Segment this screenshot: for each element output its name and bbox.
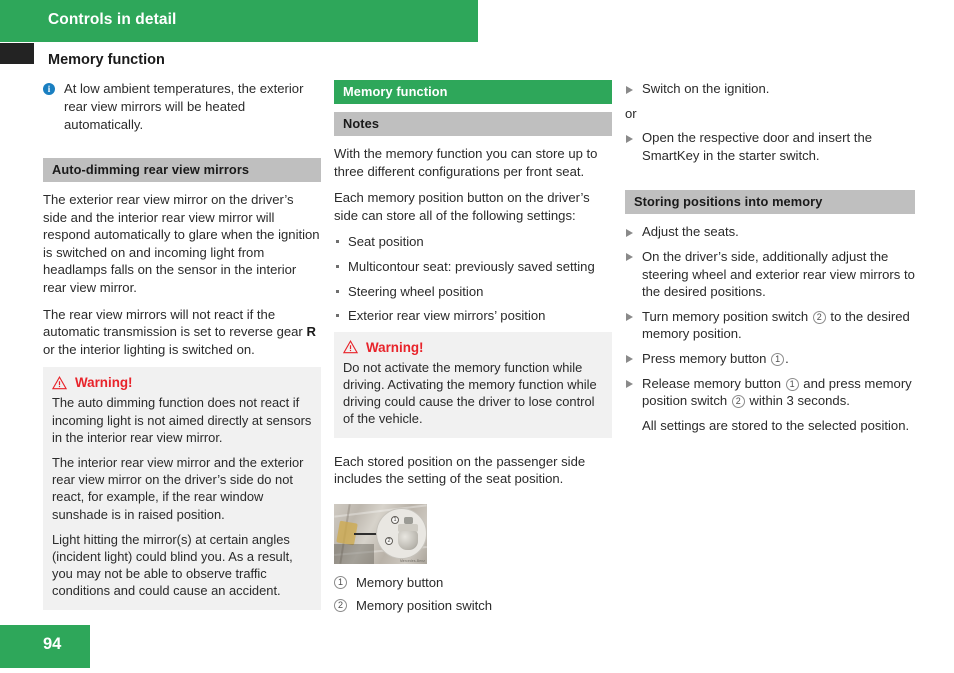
list-item: Multicontour seat: previously saved sett… bbox=[334, 258, 612, 276]
step-text: Release memory button bbox=[642, 375, 785, 391]
figure-detail bbox=[334, 543, 374, 564]
paragraph-memory-2: Each memory position button on the drive… bbox=[334, 190, 590, 223]
caption-row: 1 Memory button bbox=[334, 574, 612, 592]
manual-page: Controls in detail Memory function i At … bbox=[0, 0, 954, 673]
list-item: Steering wheel position bbox=[334, 283, 612, 301]
memory-button-and-switch-photo: 1 2 Mercedes-Benz bbox=[334, 503, 427, 564]
section-tab-marker bbox=[0, 43, 34, 64]
step-item: Open the respective door and insert the … bbox=[625, 129, 915, 164]
circled-number: 1 bbox=[785, 377, 799, 391]
step-text: On the driver’s side, additionally adjus… bbox=[642, 248, 915, 300]
steps-ignition-alt: Open the respective door and insert the … bbox=[625, 129, 915, 164]
paragraph-part-pre: The rear view mirrors will not react if … bbox=[43, 306, 307, 340]
note-block: i At low ambient temperatures, the exter… bbox=[43, 80, 321, 134]
heading-auto-dimming: Auto-dimming rear view mirrors bbox=[43, 158, 321, 182]
page-number: 94 bbox=[43, 635, 62, 653]
heading-storing-positions: Storing positions into memory bbox=[625, 190, 915, 215]
circled-number: 1 bbox=[771, 352, 785, 366]
heading-notes: Notes bbox=[334, 112, 612, 136]
steps-storing-positions: Adjust the seats. On the driver’s side, … bbox=[625, 223, 915, 434]
figure-memory-position-switch bbox=[398, 530, 418, 550]
reverse-gear-label: R bbox=[306, 324, 316, 340]
warning-header: Warning! bbox=[343, 340, 603, 355]
middle-column: Memory function Notes With the memory fu… bbox=[334, 80, 612, 621]
info-icon: i bbox=[43, 83, 55, 95]
figure-magnified-inset: 1 2 bbox=[376, 507, 427, 559]
settings-list: Seat position Multicontour seat: previou… bbox=[334, 233, 612, 324]
caption-row: 2 Memory position switch bbox=[334, 597, 612, 615]
step-text: Turn memory position switch bbox=[642, 308, 812, 324]
caption-label: Memory button bbox=[356, 574, 444, 590]
steps-ignition: Switch on the ignition. bbox=[625, 80, 915, 98]
step-item: Adjust the seats. bbox=[625, 223, 915, 241]
paragraph-memory-3: Each stored position on the passenger si… bbox=[334, 453, 586, 487]
step-item: Press memory button 1. bbox=[625, 350, 915, 368]
list-item: Seat position bbox=[334, 233, 612, 251]
step-text: All settings are stored to the selected … bbox=[642, 417, 910, 433]
warning-triangle-icon bbox=[343, 340, 358, 354]
page-title: Memory function bbox=[48, 52, 165, 68]
step-item: Switch on the ignition. bbox=[625, 80, 915, 98]
heading-memory-function: Memory function bbox=[334, 80, 612, 104]
warning-paragraph: Light hitting the mirror(s) at certain a… bbox=[52, 531, 293, 599]
figure-credit: Mercedes-Benz bbox=[400, 558, 425, 563]
warning-header: Warning! bbox=[52, 375, 312, 390]
warning-label: Warning! bbox=[366, 339, 424, 355]
figure-memory-button bbox=[404, 516, 413, 524]
warning-paragraph: The interior rear view mirror and the ex… bbox=[52, 454, 304, 522]
warning-box-left: Warning! The auto dimming function does … bbox=[43, 367, 321, 610]
figure-caption-list: 1 Memory button 2 Memory position switch bbox=[334, 574, 612, 615]
step-item: Turn memory position switch 2 to the des… bbox=[625, 308, 915, 343]
circled-number: 2 bbox=[334, 599, 347, 613]
figure-marker-2: 2 bbox=[385, 536, 393, 545]
warning-box-middle: Warning! Do not activate the memory func… bbox=[334, 331, 612, 438]
figure-marker-1: 1 bbox=[391, 515, 399, 524]
step-text: Adjust the seats. bbox=[642, 224, 739, 240]
warning-triangle-icon bbox=[52, 375, 67, 390]
left-column: i At low ambient temperatures, the exter… bbox=[43, 80, 321, 610]
circled-number: 1 bbox=[334, 575, 347, 589]
paragraph-auto-dimming-1: The exterior rear view mirror on the dri… bbox=[43, 192, 320, 295]
step-item: On the driver’s side, additionally adjus… bbox=[625, 248, 915, 301]
paragraph-part-post: or the interior lighting is switched on. bbox=[43, 341, 255, 357]
step-text: within 3 seconds. bbox=[745, 393, 850, 409]
chapter-title: Controls in detail bbox=[48, 11, 177, 28]
warning-paragraph: Do not activate the memory function whil… bbox=[343, 359, 597, 427]
caption-label: Memory position switch bbox=[356, 598, 493, 614]
step-item: Release memory button 1 and press memory… bbox=[625, 375, 915, 410]
list-item: Exterior rear view mirrors’ position bbox=[334, 307, 612, 325]
step-text: Press memory button bbox=[642, 350, 771, 366]
step-result-note: All settings are stored to the selected … bbox=[625, 417, 915, 435]
circled-number: 2 bbox=[731, 395, 745, 409]
paragraph-auto-dimming-2: The rear view mirrors will not react if … bbox=[43, 306, 321, 359]
or-separator: or bbox=[625, 105, 637, 121]
warning-label: Warning! bbox=[75, 375, 133, 391]
circled-number: 2 bbox=[812, 310, 826, 324]
note-text: At low ambient temperatures, the exterio… bbox=[64, 81, 304, 132]
paragraph-memory-1: With the memory function you can store u… bbox=[334, 146, 598, 179]
warning-paragraph: The auto dimming function does not react… bbox=[52, 395, 312, 445]
right-column: Switch on the ignition. or Open the resp… bbox=[625, 80, 915, 441]
step-text: . bbox=[785, 350, 789, 366]
